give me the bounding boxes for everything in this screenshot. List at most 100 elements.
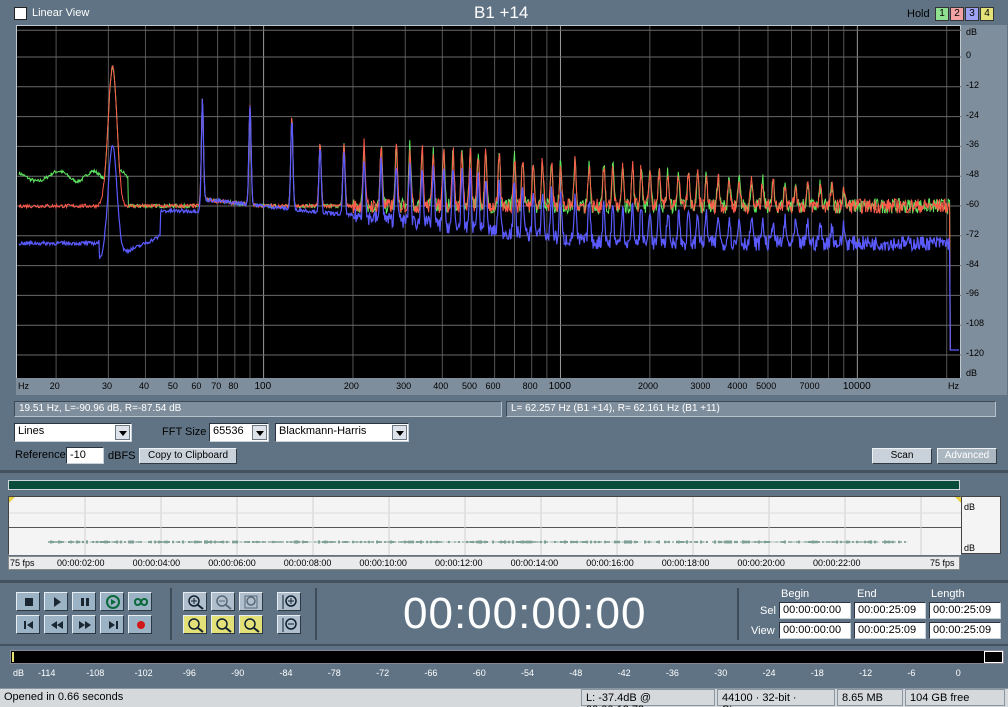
dbfs-label: dBFS	[108, 450, 136, 462]
meter-tick-label: -48	[569, 668, 583, 678]
hold-button-3[interactable]: 3	[965, 7, 979, 21]
zoom-in-vertical-icon	[282, 595, 297, 609]
status-free: 104 GB free	[905, 689, 1005, 706]
play-icon	[54, 597, 61, 607]
time-display: 00:00:00:00	[403, 589, 647, 638]
freq-tick-label: 60	[191, 381, 202, 391]
status-level: L: -37.4dB @ 00:00:13:73	[581, 689, 715, 707]
window-function-select[interactable]: Blackmann-Harris	[275, 423, 409, 442]
zoom-right-icon	[244, 618, 260, 633]
meter-tick-label: -30	[714, 668, 728, 678]
wave-db-label-2: dB	[964, 543, 976, 553]
hold-button-4[interactable]: 4	[980, 7, 994, 21]
peak-readout: L= 62.257 Hz (B1 +14), R= 62.161 Hz (B1 …	[506, 401, 996, 417]
time-tick-label: 00:00:16:00	[586, 558, 634, 568]
pause-icon	[81, 598, 89, 606]
overview-bar[interactable]	[8, 480, 960, 490]
db-tick-label: -72	[966, 228, 980, 239]
hold-label: Hold	[907, 8, 930, 20]
go-to-start-button[interactable]	[16, 615, 40, 634]
scan-button[interactable]: Scan	[872, 448, 932, 464]
fft-size-value: 65536	[213, 425, 244, 437]
row-view-label: View	[751, 625, 775, 637]
freq-tick-label: 20	[49, 381, 60, 391]
chevron-down-icon[interactable]	[392, 425, 407, 440]
db-unit-bottom: dB	[966, 368, 978, 378]
time-tick-label: 00:00:14:00	[510, 558, 559, 568]
zoom-to-selection-button[interactable]	[183, 615, 207, 634]
stop-button[interactable]	[16, 592, 40, 611]
meter-tick-label: -66	[424, 668, 438, 678]
zoom-right-button[interactable]	[239, 615, 263, 634]
hz-left-label: Hz	[18, 381, 29, 391]
loop-button[interactable]	[128, 592, 152, 611]
spectrum-graph[interactable]	[17, 26, 962, 396]
zoom-in-horizontal-button[interactable]	[183, 592, 207, 611]
meter-tick-label: -36	[665, 668, 679, 678]
reference-label: Reference	[15, 449, 66, 461]
meter-tick-label: -72	[376, 668, 390, 678]
view-end-field[interactable]: 00:00:25:09	[854, 622, 926, 639]
spectrum-line-blue	[18, 98, 959, 351]
separator	[315, 588, 317, 640]
linear-view-checkbox[interactable]	[14, 7, 27, 20]
db-unit-top: dB	[966, 27, 978, 37]
go-to-end-button[interactable]	[100, 615, 124, 634]
fast-forward-button[interactable]	[72, 615, 96, 634]
freq-tick-label: 3000	[690, 381, 711, 391]
time-tick-label: 00:00:10:00	[359, 558, 407, 568]
separator	[0, 580, 1008, 583]
stop-icon	[25, 598, 33, 606]
chevron-down-icon[interactable]	[115, 425, 130, 440]
zoom-out-vertical-button[interactable]	[277, 615, 301, 634]
display-mode-select[interactable]: Lines	[14, 423, 132, 442]
play-circle-icon	[106, 595, 120, 609]
freq-tick-label: 70	[211, 381, 222, 391]
waveform-area[interactable]	[8, 496, 961, 555]
meter-tick-label: -60	[472, 668, 486, 678]
view-length-field[interactable]: 00:00:25:09	[929, 622, 1001, 639]
rewind-button[interactable]	[44, 615, 68, 634]
spectrum-title: B1 +14	[474, 3, 529, 22]
separator	[737, 588, 739, 640]
meter-tick-label: -102	[134, 668, 153, 678]
zoom-full-button[interactable]	[239, 592, 263, 611]
play-button[interactable]	[44, 592, 68, 611]
meter-tick-label: -54	[521, 668, 535, 678]
zoom-left-button[interactable]	[211, 615, 235, 634]
copy-to-clipboard-button[interactable]: Copy to Clipboard	[139, 448, 237, 464]
zoom-out-horizontal-button[interactable]	[211, 592, 235, 611]
play-to-end-button[interactable]	[100, 592, 124, 611]
advanced-button[interactable]: Advanced	[937, 448, 997, 464]
spectrum-panel	[16, 25, 962, 396]
freq-tick-label: 80	[228, 381, 239, 391]
meter-tick-label: -12	[859, 668, 873, 678]
cursor-readout: 19.51 Hz, L=-90.96 dB, R=-87.54 dB	[14, 401, 502, 417]
chevron-down-icon[interactable]	[252, 425, 267, 440]
record-button[interactable]	[128, 615, 152, 634]
level-meter-peak	[12, 652, 14, 662]
time-tick-label: 00:00:04:00	[132, 558, 181, 568]
meter-tick-label: 0	[955, 668, 961, 678]
sel-end-field[interactable]: 00:00:25:09	[854, 602, 926, 619]
meter-tick-label: -18	[810, 668, 824, 678]
hold-button-2[interactable]: 2	[950, 7, 964, 21]
freq-tick-label: 300	[396, 381, 412, 391]
db-tick-label: -96	[966, 288, 980, 299]
sel-length-field[interactable]: 00:00:25:09	[929, 602, 1001, 619]
zoom-selection-icon	[188, 618, 204, 633]
time-tick-label: 00:00:08:00	[283, 558, 332, 568]
zoom-out-icon	[216, 595, 232, 610]
meter-tick-label: -42	[617, 668, 631, 678]
meter-tick-label: -24	[762, 668, 776, 678]
sel-begin-field[interactable]: 00:00:00:00	[779, 602, 851, 619]
view-begin-field[interactable]: 00:00:00:00	[779, 622, 851, 639]
reference-input[interactable]: -10	[66, 447, 104, 464]
display-mode-value: Lines	[18, 425, 45, 437]
hold-button-1[interactable]: 1	[935, 7, 949, 21]
time-tick-label: 00:00:06:00	[208, 558, 256, 568]
fft-size-select[interactable]: 65536	[209, 423, 269, 442]
pause-button[interactable]	[72, 592, 96, 611]
fft-size-label: FFT Size	[162, 426, 207, 438]
zoom-in-vertical-button[interactable]	[277, 592, 301, 611]
